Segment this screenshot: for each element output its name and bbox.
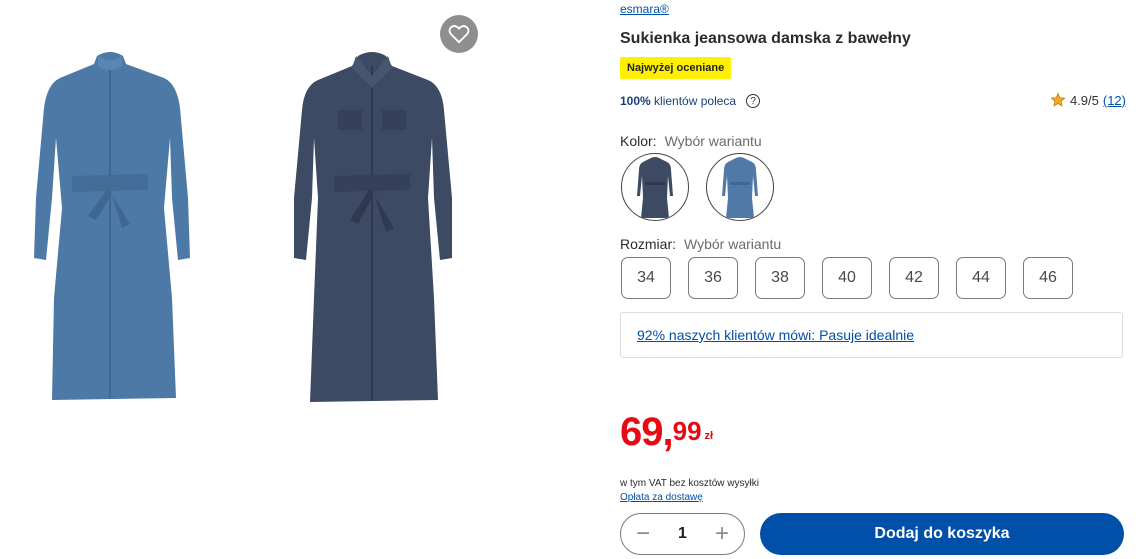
light-dress-thumbnail — [722, 157, 758, 218]
price-main: 69, — [620, 410, 674, 454]
add-to-cart-button[interactable]: Dodaj do koszyka — [760, 513, 1124, 555]
star-icon — [1050, 92, 1066, 107]
fit-info-link[interactable]: 92% naszych klientów mówi: Pasuje idealn… — [637, 327, 914, 343]
wishlist-button[interactable] — [440, 15, 478, 53]
dark-dress-thumbnail — [637, 157, 673, 218]
color-swatch-dark[interactable] — [621, 153, 689, 221]
color-label-row: Kolor: Wybór wariantu — [620, 133, 762, 149]
brand-link[interactable]: esmara® — [620, 2, 669, 16]
color-label: Kolor: — [620, 133, 657, 149]
quantity-value[interactable]: 1 — [678, 525, 687, 543]
color-hint: Wybór wariantu — [664, 133, 762, 149]
price: 69, 99 zł — [620, 410, 713, 454]
size-hint: Wybór wariantu — [684, 236, 782, 252]
top-rated-badge: Najwyżej oceniane — [620, 57, 732, 79]
size-options: 34 36 38 40 42 44 46 — [621, 257, 1073, 299]
size-option-46[interactable]: 46 — [1023, 257, 1073, 299]
color-swatch-light[interactable] — [706, 153, 774, 221]
recommendation: 100% klientów poleca ? — [620, 94, 761, 108]
rating-value: 4.9/5 — [1069, 92, 1099, 108]
product-gallery — [0, 0, 600, 559]
size-option-38[interactable]: 38 — [755, 257, 805, 299]
product-info: esmara® Sukienka jeansowa damska z baweł… — [620, 0, 1126, 559]
decrease-quantity-button[interactable]: − — [631, 522, 655, 546]
dress-image-light[interactable] — [22, 48, 198, 408]
dress-image-dark[interactable] — [282, 48, 462, 410]
size-label: Rozmiar: — [620, 236, 677, 252]
price-cents: 99 — [672, 416, 702, 446]
rating: 4.9/5 (12) — [1050, 92, 1126, 108]
product-title: Sukienka jeansowa damska z bawełny — [620, 30, 911, 47]
size-option-34[interactable]: 34 — [621, 257, 671, 299]
fit-info-box: 92% naszych klientów mówi: Pasuje idealn… — [620, 312, 1123, 358]
increase-quantity-button[interactable]: + — [710, 522, 734, 546]
size-option-44[interactable]: 44 — [956, 257, 1006, 299]
vat-note: w tym VAT bez kosztów wysyłki — [620, 478, 759, 489]
quantity-stepper: − 1 + — [620, 513, 745, 555]
recommend-text: klientów poleca — [654, 94, 737, 108]
size-option-42[interactable]: 42 — [889, 257, 939, 299]
review-count-link[interactable]: (12) — [1103, 93, 1126, 108]
heart-icon — [448, 25, 470, 44]
help-icon[interactable]: ? — [746, 94, 761, 108]
size-option-36[interactable]: 36 — [688, 257, 738, 299]
recommend-percent: 100% — [620, 94, 651, 108]
price-currency: zł — [704, 430, 714, 442]
size-option-40[interactable]: 40 — [822, 257, 872, 299]
shipping-cost-link[interactable]: Opłata za dostawę — [620, 492, 703, 503]
size-label-row: Rozmiar: Wybór wariantu — [620, 236, 781, 252]
